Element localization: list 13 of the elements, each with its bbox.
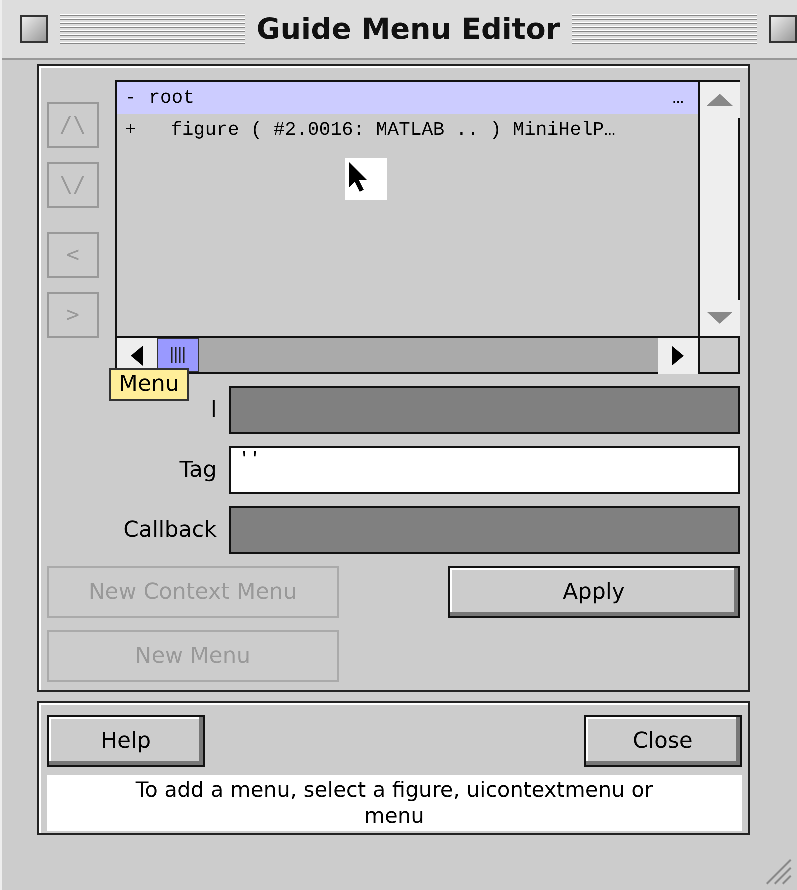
status-message: To add a menu, select a figure, uicontextmenu or menu [47,775,742,831]
field-label: Tag [178,458,217,482]
tree-item[interactable]: - root … [117,82,698,114]
field-label: Callback [122,518,217,542]
window-title: Guide Menu Editor [256,12,560,46]
menu-tree-list[interactable]: - root … + figure ( #2.0016: MATLAB .. ) MiniHelP… [115,80,740,374]
field-label: l [210,398,217,422]
help-button[interactable]: Help [47,715,205,767]
action-button[interactable]: Apply [448,566,740,618]
tree-item[interactable]: + figure ( #2.0016: MATLAB .. ) MiniHelP… [117,114,698,146]
input-field[interactable]: '' [229,446,740,494]
tooltip: Menu [109,368,190,401]
close-button[interactable]: Close [584,715,742,767]
